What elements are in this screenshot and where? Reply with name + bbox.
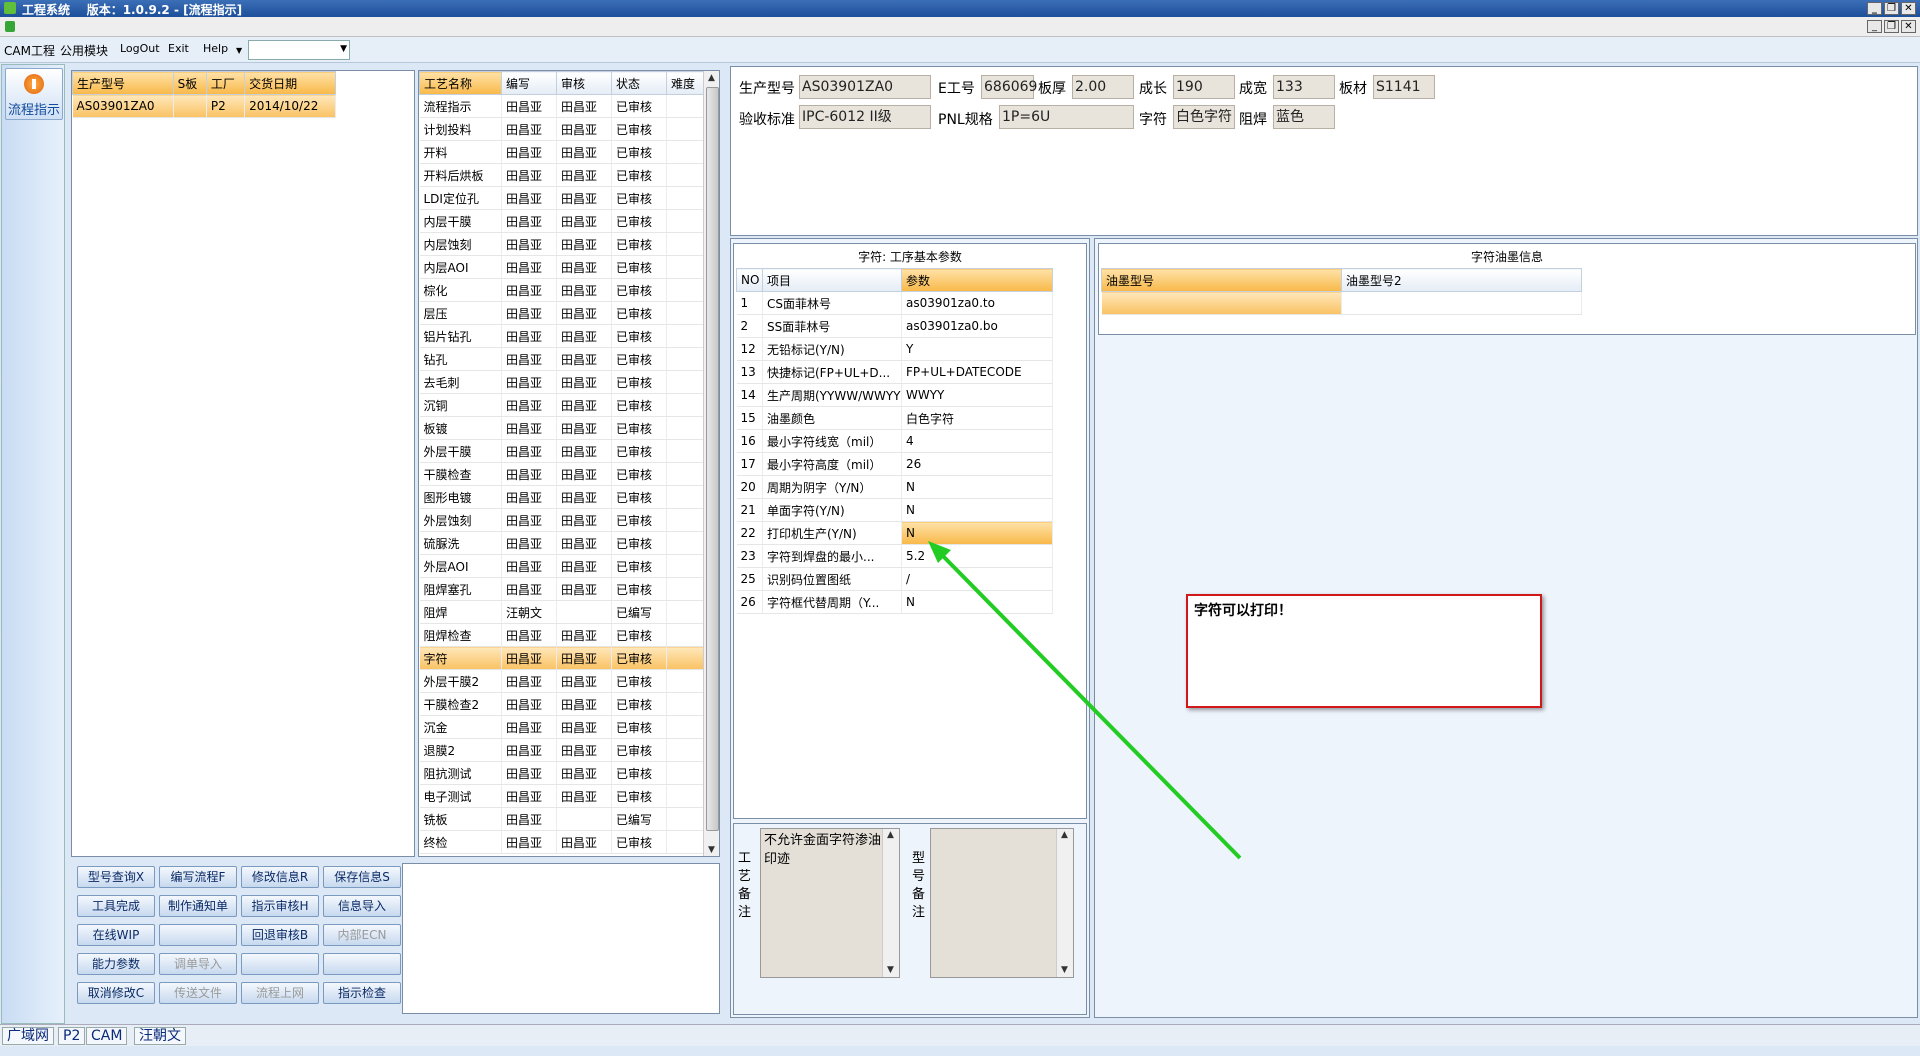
annotation-arrow	[928, 541, 1242, 860]
status-user: 汪朝文	[134, 1027, 186, 1045]
annotation-box: 字符可以打印！	[1186, 594, 1542, 708]
status-dept: CAM	[86, 1027, 128, 1045]
status-network: 广域网	[2, 1027, 54, 1045]
status-bar: 广域网 P2 CAM 汪朝文	[0, 1024, 1920, 1046]
status-factory: P2	[58, 1027, 86, 1045]
